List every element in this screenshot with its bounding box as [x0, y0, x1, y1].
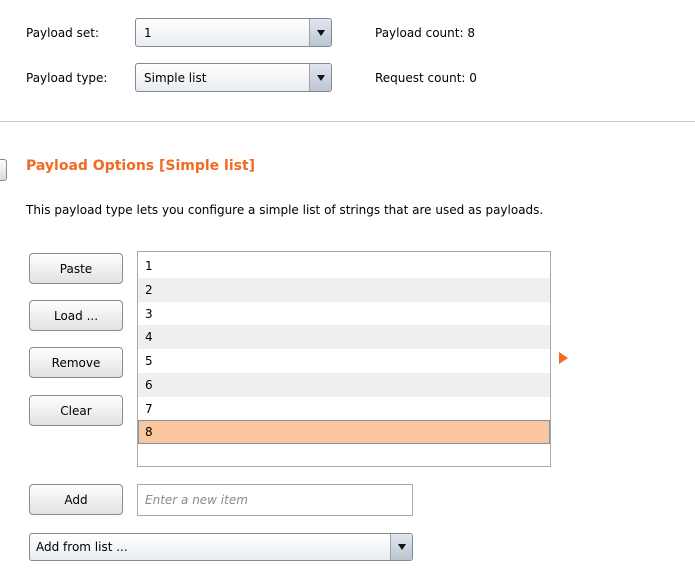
- add-button[interactable]: Add: [29, 484, 123, 515]
- payload-count: Payload count: 8: [375, 26, 475, 40]
- payload-set-select[interactable]: 1: [135, 18, 332, 47]
- remove-button[interactable]: Remove: [29, 347, 123, 378]
- list-item[interactable]: 1: [138, 254, 550, 278]
- payload-type-select[interactable]: Simple list: [135, 63, 332, 92]
- add-from-list-select[interactable]: Add from list ...: [29, 533, 413, 561]
- chevron-down-icon[interactable]: [309, 64, 331, 91]
- list-item[interactable]: 7: [138, 397, 550, 421]
- clear-button[interactable]: Clear: [29, 395, 123, 426]
- payload-type-label: Payload type:: [26, 71, 108, 85]
- request-count: Request count: 0: [375, 71, 477, 85]
- load-button[interactable]: Load ...: [29, 300, 123, 331]
- list-item[interactable]: 3: [138, 302, 550, 326]
- list-item[interactable]: 6: [138, 373, 550, 397]
- list-item[interactable]: 5: [138, 349, 550, 373]
- section-title: Payload Options [Simple list]: [26, 158, 256, 174]
- list-item[interactable]: 2: [138, 278, 550, 302]
- payload-set-value: 1: [144, 25, 152, 40]
- list-item-selected[interactable]: 8: [138, 420, 550, 444]
- chevron-down-icon[interactable]: [390, 534, 412, 560]
- payload-set-label: Payload set:: [26, 26, 99, 40]
- list-item[interactable]: 4: [138, 325, 550, 349]
- chevron-down-icon[interactable]: [309, 19, 331, 46]
- collapse-section-button[interactable]: [0, 159, 7, 181]
- section-description: This payload type lets you configure a s…: [26, 203, 544, 217]
- add-from-list-value: Add from list ...: [36, 540, 128, 554]
- new-item-input[interactable]: [137, 484, 413, 516]
- payload-list[interactable]: 1 2 3 4 5 6 7 8: [137, 251, 551, 467]
- payload-type-value: Simple list: [144, 70, 207, 85]
- paste-button[interactable]: Paste: [29, 253, 123, 284]
- expand-arrow-icon[interactable]: [559, 352, 568, 364]
- section-divider: [0, 121, 695, 122]
